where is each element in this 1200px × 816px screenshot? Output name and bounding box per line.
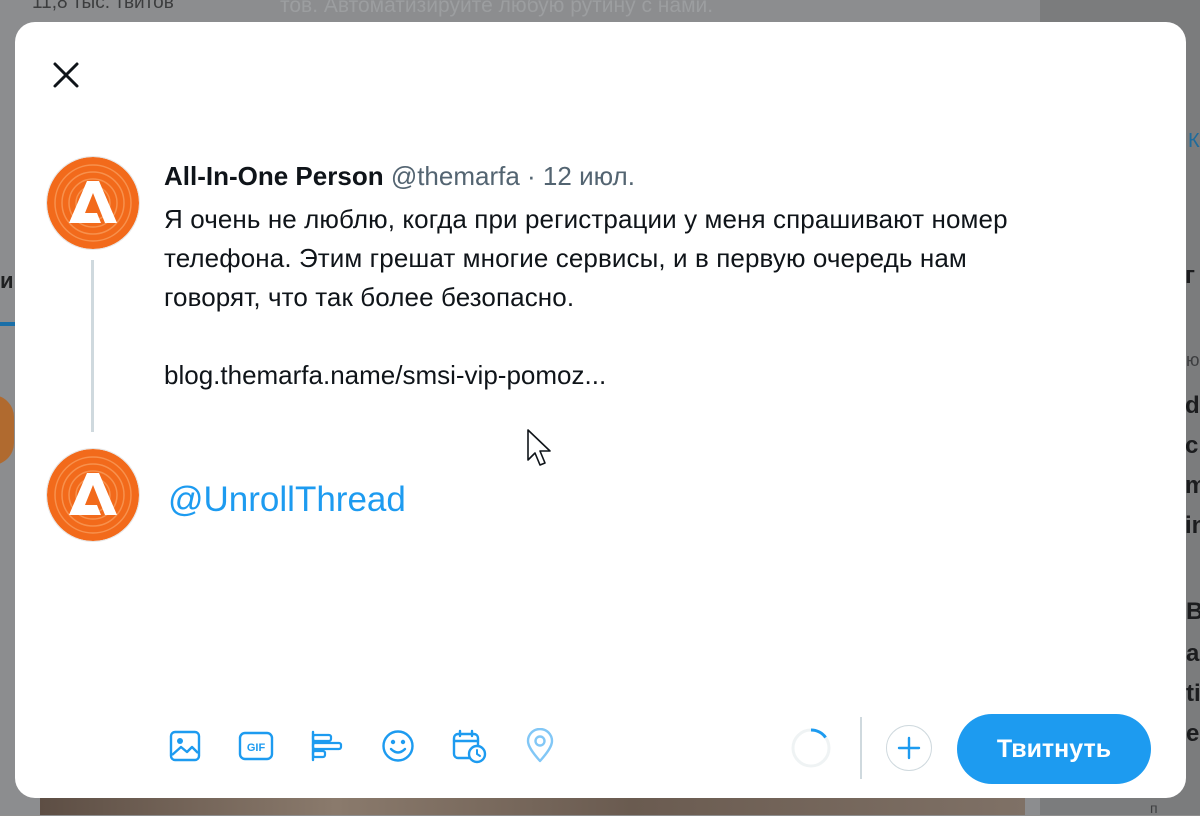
compose-toolbar: GIF bbox=[167, 728, 593, 772]
orange-a-logo bbox=[47, 449, 139, 541]
author-name[interactable]: All-In-One Person bbox=[164, 161, 384, 191]
schedule-icon bbox=[452, 729, 487, 764]
close-icon bbox=[53, 62, 79, 88]
emoji-button[interactable] bbox=[380, 728, 416, 764]
background-side-fragment: m bbox=[1185, 472, 1200, 499]
background-side-fragment: К bbox=[1188, 130, 1200, 152]
background-side-fragment: ch bbox=[1185, 432, 1200, 459]
header-separator: · bbox=[519, 161, 543, 191]
tweet-body-line: Я очень не люблю, когда при регистрации … bbox=[164, 204, 1008, 234]
thread-connector-line bbox=[91, 260, 94, 432]
location-button[interactable] bbox=[522, 728, 558, 764]
background-side-fragment: г bbox=[1185, 262, 1195, 289]
gif-button[interactable]: GIF bbox=[238, 728, 274, 764]
location-icon bbox=[526, 728, 554, 763]
image-icon bbox=[169, 730, 201, 762]
add-tweet-button[interactable] bbox=[886, 725, 932, 771]
background-side-fragment: п bbox=[1150, 800, 1158, 816]
background-side-fragment: de bbox=[1185, 392, 1200, 419]
schedule-button[interactable] bbox=[451, 728, 487, 764]
gif-label: GIF bbox=[247, 742, 266, 754]
tweet-body-line: говорят, что так более безопасно. bbox=[164, 282, 575, 312]
mouse-cursor-icon bbox=[527, 429, 551, 466]
poll-button[interactable] bbox=[309, 728, 345, 764]
background-photo bbox=[40, 795, 1025, 815]
plus-icon bbox=[897, 736, 921, 760]
background-side-fragment: e bbox=[1186, 720, 1200, 747]
media-button[interactable] bbox=[167, 728, 203, 764]
tweet-body-line: телефона. Этим грешат многие сервисы, и … bbox=[164, 243, 967, 273]
original-tweet: All-In-One Person @themarfa · 12 июл. Я … bbox=[164, 158, 1124, 395]
background-side-fragment: ю bbox=[1186, 350, 1200, 370]
toolbar-divider bbox=[860, 717, 862, 779]
background-side-fragment: ti bbox=[1186, 680, 1200, 707]
character-count-ring bbox=[791, 728, 831, 768]
tweet-date[interactable]: 12 июл. bbox=[543, 161, 635, 191]
author-avatar[interactable] bbox=[47, 157, 139, 249]
background-side-fragment: in bbox=[1185, 512, 1200, 539]
background-left-fragment: и bbox=[0, 268, 14, 293]
tweet-header: All-In-One Person @themarfa · 12 июл. bbox=[164, 158, 1124, 194]
background-tab-indicator bbox=[0, 322, 16, 326]
tweet-body: Я очень не люблю, когда при регистрации … bbox=[164, 200, 1124, 317]
user-avatar bbox=[47, 449, 139, 541]
background-side-fragment: В bbox=[1186, 598, 1200, 625]
tweet-link[interactable]: blog.themarfa.name/smsi-vip-pomoz... bbox=[164, 356, 1124, 395]
emoji-icon bbox=[382, 730, 414, 762]
background-bio-text: тов. Автоматизируйте любую рутину с нами… bbox=[280, 0, 714, 17]
author-handle[interactable]: @themarfa bbox=[391, 161, 520, 191]
orange-a-logo bbox=[47, 157, 139, 249]
background-side-fragment: а bbox=[1186, 640, 1200, 667]
tweet-button[interactable]: Твитнуть bbox=[957, 714, 1151, 784]
poll-icon bbox=[311, 730, 343, 762]
close-button[interactable] bbox=[47, 56, 85, 94]
gif-icon: GIF bbox=[238, 731, 274, 761]
reply-dialog: All-In-One Person @themarfa · 12 июл. Я … bbox=[15, 22, 1186, 798]
reply-input[interactable]: @UnrollThread bbox=[168, 480, 406, 520]
background-tweet-count: 11,8 тыс. твитов bbox=[32, 0, 174, 13]
